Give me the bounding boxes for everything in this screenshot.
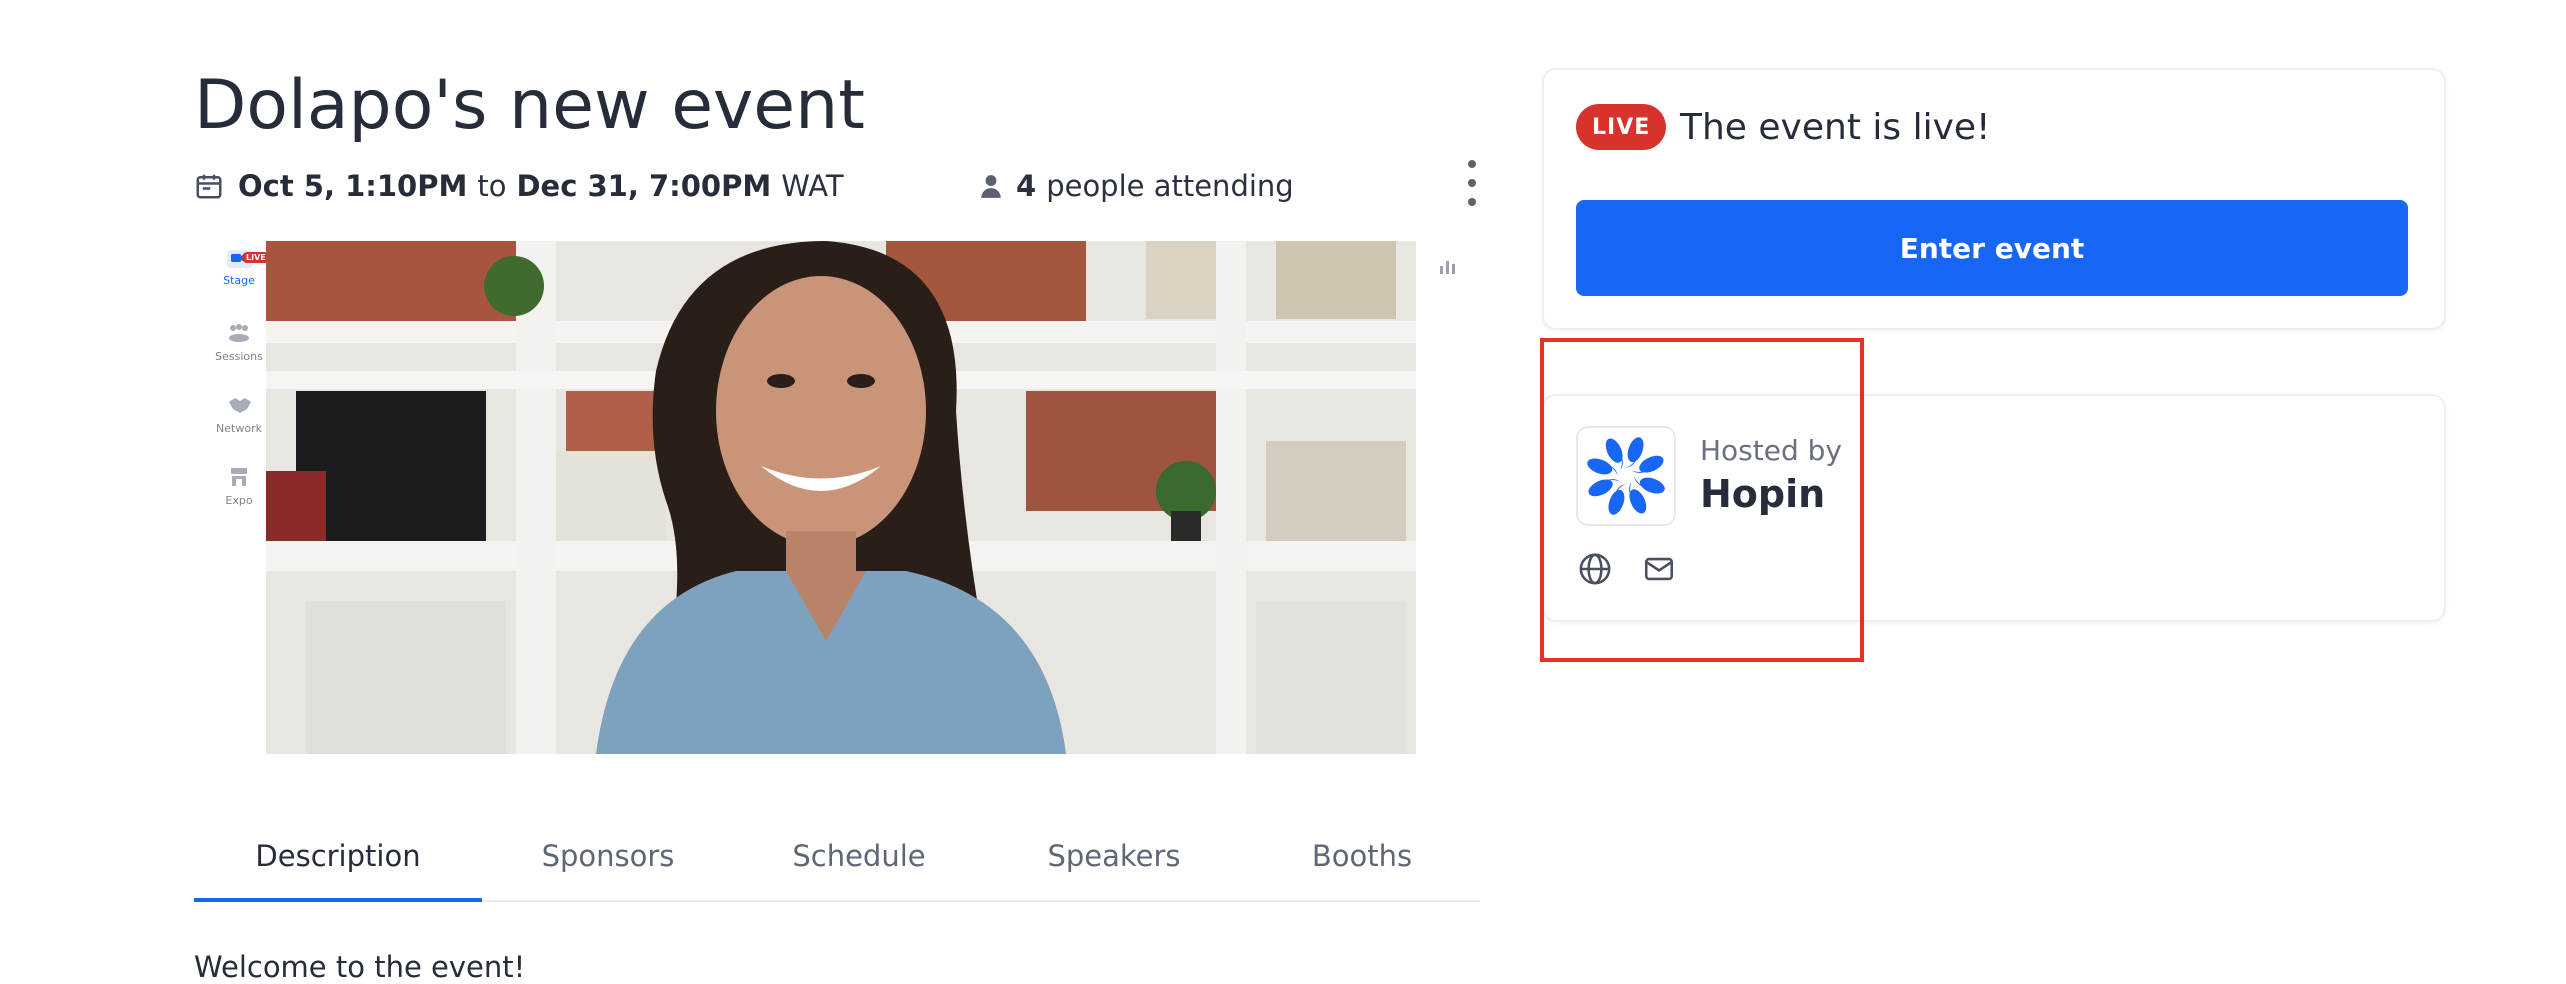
live-badge: LIVE	[1576, 104, 1667, 150]
bar-chart-icon[interactable]	[1438, 256, 1458, 276]
hopin-logo-icon	[1587, 437, 1665, 515]
person-icon	[981, 175, 1001, 198]
stage-video-image	[266, 241, 1416, 754]
calendar-icon	[196, 174, 222, 199]
preview-nav-expo: Expo	[204, 466, 274, 507]
active-tab-indicator	[194, 898, 482, 902]
event-tabs: Description Sponsors Schedule Speakers B…	[194, 812, 1480, 902]
preview-nav-label: Network	[216, 422, 262, 435]
host-logo[interactable]	[1576, 426, 1676, 526]
event-title: Dolapo's new event	[194, 66, 865, 145]
event-end: Dec 31, 7:00PM	[516, 169, 772, 203]
live-status-text: The event is live!	[1680, 106, 1991, 148]
tab-description[interactable]: Description	[194, 812, 482, 900]
people-group-icon	[229, 324, 249, 342]
event-date-range: Oct 5, 1:10PM to Dec 31, 7:00PM WAT	[194, 164, 844, 208]
tab-schedule[interactable]: Schedule	[734, 812, 984, 900]
storefront-icon	[231, 468, 247, 486]
host-card: Hosted by Hopin	[1542, 394, 2446, 622]
more-options-icon[interactable]	[1454, 160, 1490, 206]
date-to-word: to	[477, 169, 507, 203]
preview-nav-label: Expo	[225, 494, 253, 507]
preview-nav-stage: LIVE Stage	[204, 246, 274, 287]
tab-speakers[interactable]: Speakers	[984, 812, 1244, 900]
preview-nav-sessions: Sessions	[204, 322, 274, 363]
handshake-icon	[229, 398, 251, 413]
mail-icon[interactable]	[1642, 552, 1676, 586]
description-text: Welcome to the event!	[194, 950, 526, 984]
preview-nav-label: Sessions	[215, 350, 263, 363]
preview-nav-label: Stage	[223, 274, 255, 287]
enter-event-button[interactable]: Enter event	[1576, 200, 2408, 296]
attending-number: 4	[1016, 169, 1037, 203]
live-status-card: LIVE The event is live! Enter event	[1542, 68, 2446, 330]
event-timezone: WAT	[781, 169, 844, 203]
tab-sponsors[interactable]: Sponsors	[482, 812, 734, 900]
tab-booths[interactable]: Booths	[1244, 812, 1480, 900]
host-links	[1578, 552, 1676, 586]
attendee-count: 4 people attending	[978, 164, 1294, 208]
globe-icon[interactable]	[1578, 552, 1612, 586]
event-preview: LIVE Stage Sessions Network Expo	[194, 238, 1484, 754]
preview-nav-network: Network	[204, 394, 274, 435]
preview-nav: LIVE Stage Sessions Network Expo	[204, 238, 274, 754]
host-name[interactable]: Hopin	[1700, 472, 1825, 516]
attending-label: people attending	[1046, 169, 1294, 203]
hosted-by-label: Hosted by	[1700, 434, 1842, 467]
event-start: Oct 5, 1:10PM	[238, 169, 468, 203]
